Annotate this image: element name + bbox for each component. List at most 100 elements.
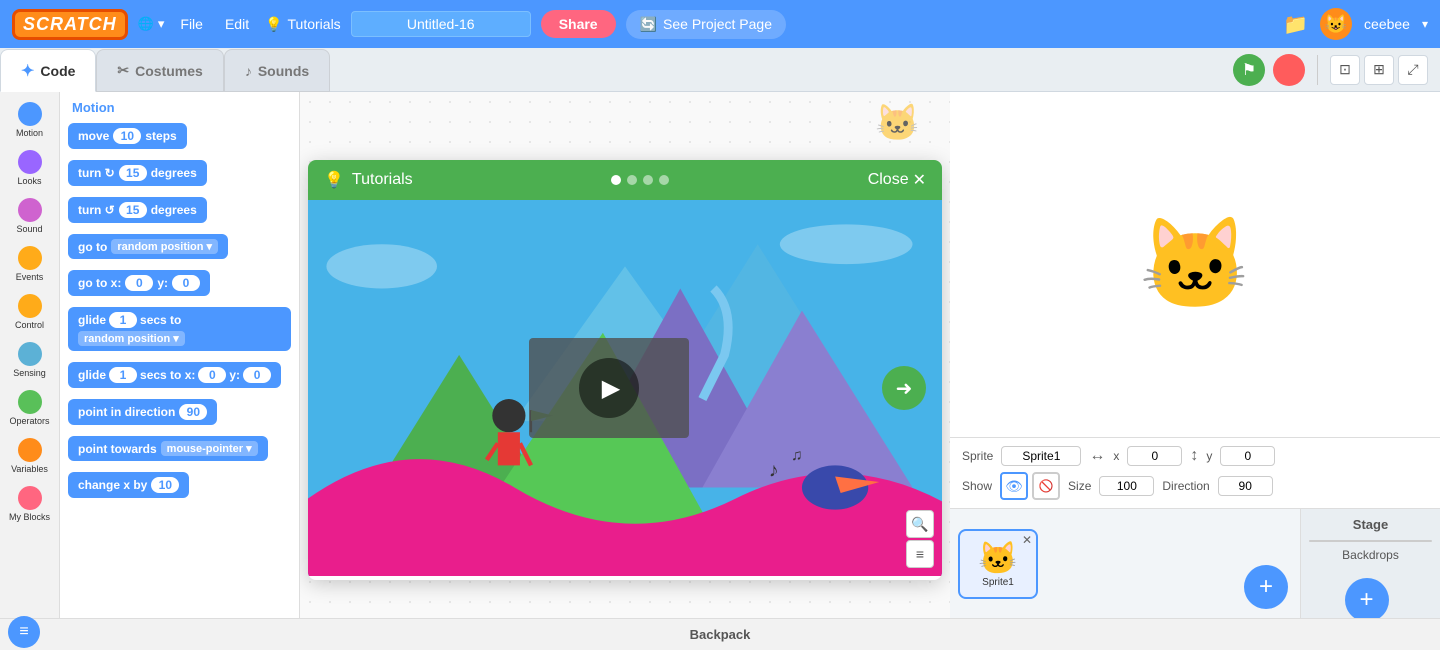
scratch-logo[interactable]: SCRATCH <box>12 9 128 40</box>
glide-x-input[interactable] <box>198 367 226 383</box>
block-towards[interactable]: point towards mouse-pointer ▾ <box>68 436 268 461</box>
changex-input[interactable] <box>151 477 179 493</box>
turn-ccw-input[interactable] <box>119 202 147 218</box>
category-myblocks[interactable]: My Blocks <box>0 482 59 526</box>
tab-sounds[interactable]: ♪ Sounds <box>224 49 330 92</box>
user-avatar[interactable]: 😺 <box>1320 8 1352 40</box>
looks-dot <box>18 150 42 174</box>
category-sensing[interactable]: Sensing <box>0 338 59 382</box>
goto-dropdown[interactable]: random position ▾ <box>111 239 218 254</box>
stop-button[interactable] <box>1273 54 1305 86</box>
category-events[interactable]: Events <box>0 242 59 286</box>
tutorial-close-button[interactable]: Close ✕ <box>868 170 926 190</box>
costumes-tab-icon: ✂ <box>117 62 129 79</box>
sprite-item-sprite1[interactable]: ✕ 🐱 Sprite1 <box>958 529 1038 599</box>
block-glide-random[interactable]: glide secs to random position ▾ <box>68 307 291 351</box>
tutorials-button[interactable]: 💡 Tutorials <box>265 16 341 33</box>
sound-dot <box>18 198 42 222</box>
direction-input[interactable] <box>179 404 207 420</box>
project-name-input[interactable] <box>351 11 531 37</box>
backpack-bar[interactable]: Backpack ≡ <box>0 618 1440 650</box>
fullscreen-button[interactable]: ⤢ <box>1398 55 1428 85</box>
block-direction[interactable]: point in direction <box>68 399 217 425</box>
category-motion[interactable]: Motion <box>0 98 59 142</box>
category-sidebar: Motion Looks Sound Events Control Sensin… <box>0 92 60 618</box>
tutorial-dot-2[interactable] <box>627 175 637 185</box>
globe-arrow-icon: ▾ <box>158 16 165 32</box>
goto-y-input[interactable] <box>172 275 200 291</box>
show-buttons: 👁 🚫 <box>1000 472 1060 500</box>
user-arrow-icon: ▾ <box>1422 17 1428 31</box>
category-looks[interactable]: Looks <box>0 146 59 190</box>
next-tutorial-button[interactable]: ➜ <box>882 366 926 410</box>
sprite-close-icon[interactable]: ✕ <box>1022 533 1032 547</box>
sprite-y-input[interactable] <box>1220 446 1275 466</box>
glide-secs-input[interactable] <box>109 312 137 328</box>
towards-dropdown[interactable]: mouse-pointer ▾ <box>161 441 258 456</box>
stage-view-buttons: ⊡ ⊞ ⤢ <box>1330 55 1428 85</box>
tutorial-dot-3[interactable] <box>643 175 653 185</box>
myblocks-label: My Blocks <box>9 512 50 522</box>
sensing-dot <box>18 342 42 366</box>
variables-dot <box>18 438 42 462</box>
category-control[interactable]: Control <box>0 290 59 334</box>
glide-y-input[interactable] <box>243 367 271 383</box>
user-name[interactable]: ceebee <box>1364 16 1410 32</box>
turn-cw-input[interactable] <box>119 165 147 181</box>
x-label: x <box>1113 449 1119 463</box>
move-steps-input[interactable] <box>113 128 141 144</box>
backpack-label: Backpack <box>690 627 751 642</box>
language-button[interactable]: 🌐 ▾ <box>138 16 165 32</box>
file-menu[interactable]: File <box>174 16 209 32</box>
share-button[interactable]: Share <box>541 10 616 38</box>
sprite-x-input[interactable] <box>1127 446 1182 466</box>
tutorial-dot-4[interactable] <box>659 175 669 185</box>
large-stage-button[interactable]: ⊞ <box>1364 55 1394 85</box>
stage-panel: 🐱 Sprite ↔ x ↕ y Show 👁 <box>950 92 1440 618</box>
expand-icon[interactable]: ≡ <box>8 616 40 648</box>
sounds-tab-label: Sounds <box>258 63 309 79</box>
code-tab-icon: ✦ <box>21 61 34 81</box>
add-backdrop-button[interactable]: + <box>1345 578 1389 622</box>
tab-code[interactable]: ✦ Code <box>0 49 96 92</box>
block-changex[interactable]: change x by <box>68 472 189 498</box>
edit-menu[interactable]: Edit <box>219 16 255 32</box>
sprite-size-input[interactable] <box>1099 476 1154 496</box>
looks-label: Looks <box>17 176 41 186</box>
block-turn-cw[interactable]: turn ↻ degrees <box>68 160 207 186</box>
block-turn-ccw[interactable]: turn ↺ degrees <box>68 197 207 223</box>
block-move[interactable]: move steps <box>68 123 187 149</box>
sprite-name-input[interactable] <box>1001 446 1081 466</box>
block-goto[interactable]: go to random position ▾ <box>68 234 228 259</box>
tab-costumes[interactable]: ✂ Costumes <box>96 49 223 92</box>
green-flag-button[interactable]: ⚑ <box>1233 54 1265 86</box>
tutorial-dot-1[interactable] <box>611 175 621 185</box>
show-hidden-button[interactable]: 🚫 <box>1032 472 1060 500</box>
add-sprite-button[interactable]: + <box>1244 565 1288 609</box>
glide-xy-secs-input[interactable] <box>109 367 137 383</box>
block-glide-xy[interactable]: glide secs to x: y: <box>68 362 281 388</box>
tab-controls: ⚑ ⊡ ⊞ ⤢ <box>1233 54 1428 86</box>
folder-icon[interactable]: 📁 <box>1283 12 1308 37</box>
zoom-out-button[interactable]: 🔍 <box>906 510 934 538</box>
category-sound[interactable]: Sound <box>0 194 59 238</box>
globe-icon: 🌐 <box>138 16 154 32</box>
expand-button[interactable]: ≡ <box>8 616 40 648</box>
block-goto-xy[interactable]: go to x: y: <box>68 270 210 296</box>
zoom-lines-button[interactable]: ≡ <box>906 540 934 568</box>
stage-side-label: Stage <box>1301 509 1440 540</box>
glide-to-dropdown[interactable]: random position ▾ <box>78 331 185 346</box>
variables-label: Variables <box>11 464 48 474</box>
play-button[interactable]: ▶ <box>579 358 639 418</box>
tutorial-title: Tutorials <box>352 171 413 189</box>
goto-x-input[interactable] <box>125 275 153 291</box>
category-operators[interactable]: Operators <box>0 386 59 430</box>
play-icon: ▶ <box>602 374 620 403</box>
main-layout: Motion Looks Sound Events Control Sensin… <box>0 92 1440 618</box>
sprite-direction-input[interactable] <box>1218 476 1273 496</box>
see-project-button[interactable]: 🔄 See Project Page <box>626 10 786 39</box>
show-visible-button[interactable]: 👁 <box>1000 472 1028 500</box>
small-stage-button[interactable]: ⊡ <box>1330 55 1360 85</box>
close-icon: ✕ <box>913 170 926 190</box>
category-variables[interactable]: Variables <box>0 434 59 478</box>
